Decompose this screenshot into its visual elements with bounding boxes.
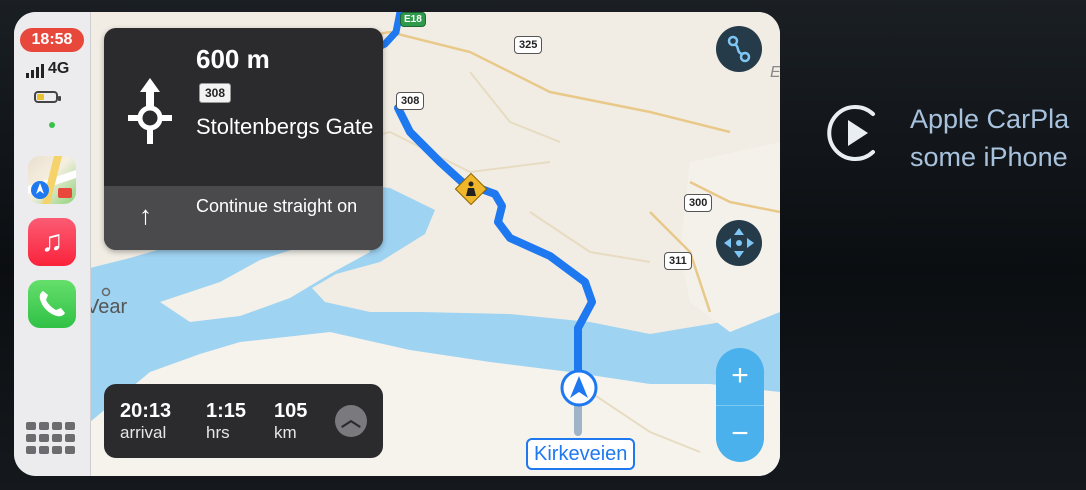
maneuver-street-name: Stoltenbergs Gate [196,114,374,139]
road-shield-300: 300 [684,194,713,212]
active-app-indicator [49,122,55,128]
straight-arrow-icon: ↑ [139,200,152,230]
road-shield-325: 325 [514,36,543,54]
road-number-badge: 308 [199,83,232,103]
carplay-notice-line1: Apple CarPla [910,104,1070,134]
carplay-play-icon [827,105,875,161]
music-note-icon: ♫ [40,225,64,258]
duration-label: hrs [206,423,230,442]
route-overview-button[interactable] [716,26,762,72]
cellular-status: 4G [26,60,69,78]
road-shield-e18: E18 [400,12,426,27]
phone-icon [39,291,65,317]
chevron-up-icon[interactable]: ︿ [335,405,367,437]
maps-icon [28,156,76,204]
maneuver-distance: 600 m [196,44,270,74]
road-shield-311: 311 [664,252,692,270]
pan-arrows-icon [724,228,754,258]
route-overview-icon [727,35,751,63]
roundabout-straight-icon [128,78,172,144]
zoom-control: + − [716,348,764,462]
carplay-screen: Vear E18 325 308 300 311 E Kirkeveien 18… [14,12,780,476]
pan-map-button[interactable] [716,220,762,266]
trip-summary-card[interactable]: 20:13 arrival 1:15 hrs 105 km ︿ [104,384,383,458]
map-edge-letter: E [770,64,780,81]
music-app-button[interactable]: ♫ [28,218,76,266]
place-label: Vear [86,296,128,318]
arrival-info: 20:13 arrival [120,400,171,444]
zoom-in-button[interactable]: + [716,348,764,405]
next-maneuver: ↑ Continue straight on [104,186,383,250]
road-shield-308: 308 [396,92,425,110]
turn-instruction-card[interactable]: 600 m 308 Stoltenbergs Gate ↑ Continue s… [104,28,383,250]
arrival-time: 20:13 [120,400,172,422]
trip-duration: 1:15 [206,400,247,422]
network-type: 4G [48,60,70,77]
phone-app-button[interactable] [28,280,76,328]
battery-icon [34,91,61,103]
distance-info: 105 km [274,400,307,444]
next-instruction-text: Continue straight on [196,196,358,216]
carplay-sidebar: 18:58 4G ♫ [14,12,91,476]
carplay-notice-line2: some iPhone [910,142,1068,172]
arrival-label: arrival [120,423,167,442]
app-grid-button[interactable] [26,422,78,454]
status-clock: 18:58 [20,28,84,52]
distance-label: km [274,423,297,442]
destination-label[interactable]: Kirkeveien [526,438,636,470]
trip-distance: 105 [274,400,308,422]
maps-app-button[interactable] [28,156,76,204]
duration-info: 1:15 hrs [206,400,246,444]
carplay-notice-text: Apple CarPla some iPhone [910,100,1069,176]
zoom-out-button[interactable]: − [716,405,764,462]
current-maneuver: 600 m 308 Stoltenbergs Gate [104,28,383,186]
signal-bars-icon [26,64,44,78]
